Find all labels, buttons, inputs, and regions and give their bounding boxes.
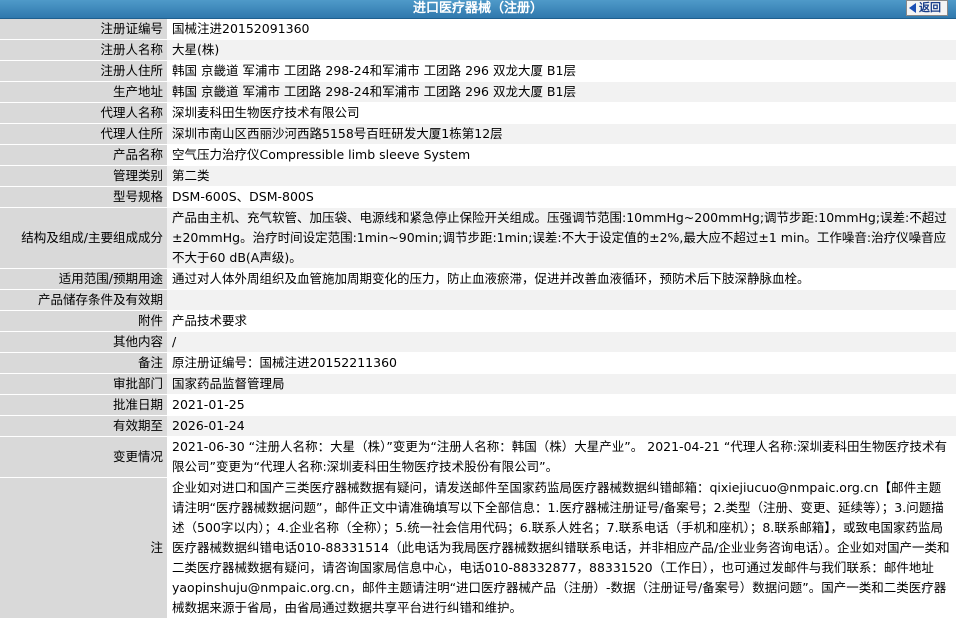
field-value: 国械注进20152091360	[167, 19, 956, 40]
field-value: /	[167, 331, 956, 353]
page-header: 进口医疗器械（注册） 返回	[0, 0, 956, 19]
field-value: 2026-01-24	[167, 415, 956, 437]
field-value: 第二类	[167, 165, 956, 187]
field-value: 通过对人体外周组织及血管施加周期变化的压力，防止血液瘀滞，促进并改善血液循环，预…	[167, 268, 956, 290]
back-button-label: 返回	[919, 1, 941, 14]
table-row: 代理人住所 深圳市南山区西丽沙河西路5158号百旺研发大厦1栋第12层	[0, 123, 956, 145]
field-value: 韩国 京畿道 军浦市 工团路 298-24和军浦市 工团路 296 双龙大厦 B…	[167, 60, 956, 82]
field-value: 大星(株)	[167, 39, 956, 61]
field-label: 审批部门	[0, 373, 167, 395]
field-value: 韩国 京畿道 军浦市 工团路 298-24和军浦市 工团路 296 双龙大厦 B…	[167, 81, 956, 103]
note-row: 注企业如对进口和国产三类医疗器械数据有疑问，请发送邮件至国家药监局医疗器械数据纠…	[0, 477, 956, 619]
field-value: 产品技术要求	[167, 310, 956, 332]
table-row: 型号规格 DSM-600S、DSM-800S	[0, 186, 956, 208]
table-row: 产品储存条件及有效期	[0, 289, 956, 311]
field-label: 产品储存条件及有效期	[0, 289, 167, 311]
page-title: 进口医疗器械（注册）	[412, 1, 543, 16]
table-row: 审批部门 国家药品监督管理局	[0, 373, 956, 395]
field-value: 深圳麦科田生物医疗技术有限公司	[167, 102, 956, 124]
note-text: 企业如对进口和国产三类医疗器械数据有疑问，请发送邮件至国家药监局医疗器械数据纠错…	[167, 477, 956, 619]
field-label: 其他内容	[0, 331, 167, 353]
field-label: 变更情况	[0, 436, 167, 478]
table-row: 结构及组成/主要组成成分 产品由主机、充气软管、加压袋、电源线和紧急停止保险开关组…	[0, 207, 956, 269]
table-row: 注册人名称 大星(株)	[0, 39, 956, 61]
table-row: 附件 产品技术要求	[0, 310, 956, 332]
field-value: 2021-01-25	[167, 394, 956, 416]
field-value: 国家药品监督管理局	[167, 373, 956, 395]
detail-table: 注册证编号 国械注进20152091360 注册人名称 大星(株) 注册人住所 韩国 京畿…	[0, 19, 956, 619]
field-value: 空气压力治疗仪Compressible limb sleeve System	[167, 144, 956, 166]
field-label: 代理人住所	[0, 123, 167, 145]
field-value: DSM-600S、DSM-800S	[167, 186, 956, 208]
field-label: 注册人住所	[0, 60, 167, 82]
table-row: 备注 原注册证编号：国械注进20152211360	[0, 352, 956, 374]
field-label: 批准日期	[0, 394, 167, 416]
table-row: 注册人住所 韩国 京畿道 军浦市 工团路 298-24和军浦市 工团路 296 双…	[0, 60, 956, 82]
table-row: 适用范围/预期用途 通过对人体外周组织及血管施加周期变化的压力，防止血液瘀滞，促进…	[0, 268, 956, 290]
table-row: 产品名称 空气压力治疗仪Compressible limb sleeve Syst…	[0, 144, 956, 166]
table-row: 变更情况 2021-06-30 “注册人名称：大星（株）”变更为“注册人名称：韩国…	[0, 436, 956, 478]
table-row: 管理类别 第二类	[0, 165, 956, 187]
field-label: 附件	[0, 310, 167, 332]
field-label: 适用范围/预期用途	[0, 268, 167, 290]
table-row: 生产地址 韩国 京畿道 军浦市 工团路 298-24和军浦市 工团路 296 双龙…	[0, 81, 956, 103]
field-label: 管理类别	[0, 165, 167, 187]
field-value: 产品由主机、充气软管、加压袋、电源线和紧急停止保险开关组成。压强调节范围:10m…	[167, 207, 956, 269]
field-label: 注册人名称	[0, 39, 167, 61]
field-label: 结构及组成/主要组成成分	[0, 207, 167, 269]
field-label: 代理人名称	[0, 102, 167, 124]
field-label: 型号规格	[0, 186, 167, 208]
field-label: 生产地址	[0, 81, 167, 103]
field-value: 原注册证编号：国械注进20152211360	[167, 352, 956, 374]
table-row: 有效期至 2026-01-24	[0, 415, 956, 437]
note-label: 注	[0, 477, 167, 619]
field-value: 深圳市南山区西丽沙河西路5158号百旺研发大厦1栋第12层	[167, 123, 956, 145]
field-label: 有效期至	[0, 415, 167, 437]
field-value	[167, 289, 956, 311]
back-button[interactable]: 返回	[906, 0, 948, 16]
field-label: 注册证编号	[0, 19, 167, 40]
table-row: 批准日期 2021-01-25	[0, 394, 956, 416]
table-row: 其他内容 /	[0, 331, 956, 353]
field-label: 产品名称	[0, 144, 167, 166]
field-value: 2021-06-30 “注册人名称：大星（株）”变更为“注册人名称：韩国（株）大…	[167, 436, 956, 478]
field-label: 备注	[0, 352, 167, 374]
table-row: 注册证编号 国械注进20152091360	[0, 19, 956, 40]
back-arrow-icon	[909, 3, 916, 13]
table-row: 代理人名称 深圳麦科田生物医疗技术有限公司	[0, 102, 956, 124]
